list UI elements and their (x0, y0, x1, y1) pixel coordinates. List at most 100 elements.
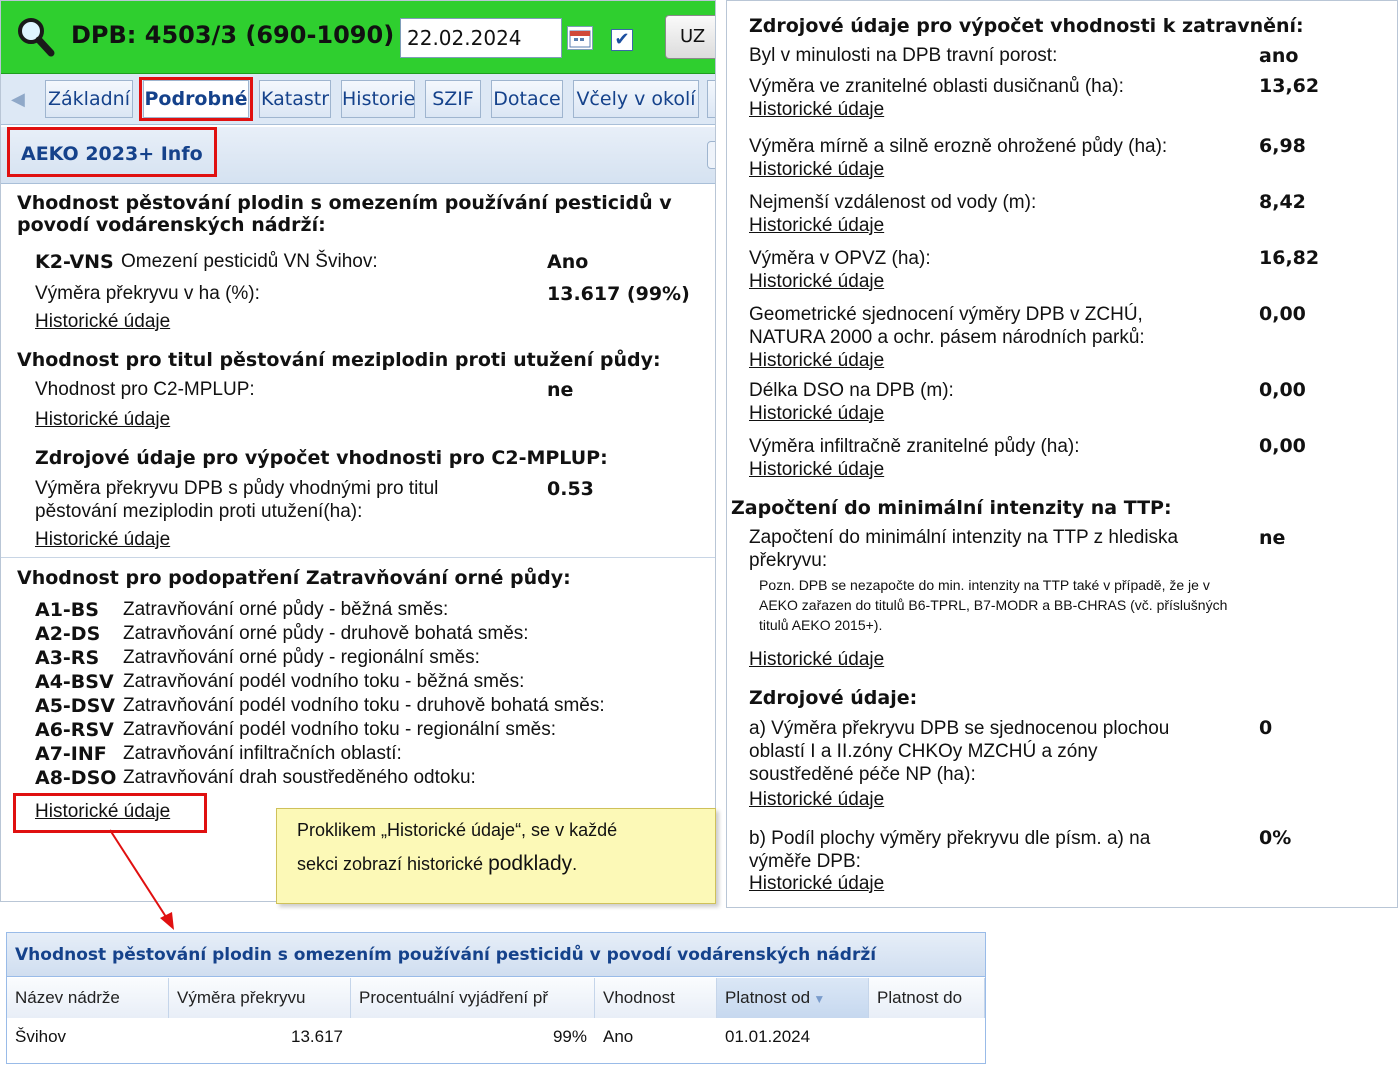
historic-link[interactable]: Historické údaje (749, 98, 1124, 121)
tab-zakladni[interactable]: Základní (45, 80, 133, 118)
grass-item-code: A4-BSV (35, 671, 114, 693)
column-header[interactable]: Vhodnost (595, 978, 717, 1018)
grass-item-text: Zatravňování orné půdy - běžná směs: (123, 599, 449, 620)
pest-heading: Vhodnost pěstování plodin s omezením pou… (17, 192, 672, 236)
grid-title: Vhodnost pěstování plodin s omezením pou… (7, 933, 985, 977)
source-row-label: Délka DSO na DPB (m): Historické údaje (749, 380, 954, 425)
grass-item-code: A3-RS (35, 647, 100, 669)
column-header[interactable]: Název nádrže (7, 978, 169, 1018)
checkbox[interactable]: ✔ (611, 29, 633, 51)
tab-historie[interactable]: Historie (341, 80, 415, 118)
src-b-value: 0% (1259, 827, 1292, 849)
source-row-label: Geometrické sjednocení výměry DPB v ZCHÚ… (749, 304, 1145, 372)
source-row-value: 16,82 (1259, 247, 1320, 269)
grass-item-text: Zatravňování podél vodního toku - druhov… (123, 695, 605, 716)
grass-item-code: A6-RSV (35, 719, 114, 741)
ttp-value: ne (1259, 527, 1286, 549)
pest-overlap-label: Výměra překryvu v ha (%): (35, 283, 260, 304)
pest-code: K2-VNS (35, 251, 114, 273)
source-row-value: 8,42 (1259, 191, 1306, 213)
divider (1, 557, 715, 558)
grass-item-text: Zatravňování infiltračních oblastí: (123, 743, 402, 764)
source-row-value: 13,62 (1259, 75, 1320, 97)
src-a-value: 0 (1259, 717, 1273, 739)
page-title: DPB: 4503/3 (690-1090) (71, 21, 395, 49)
historic-link[interactable]: Historické údaje (749, 458, 1080, 481)
source-row-label: Výměra mírně a silně erozně ohrožené půd… (749, 136, 1168, 181)
column-header[interactable]: Výměra překryvu (169, 978, 351, 1018)
src-a-label: a) Výměra překryvu DPB se sjednocenou pl… (749, 718, 1170, 785)
left-panel: DPB: 4503/3 (690-1090) 22.02.2024 ✔ UZ ◀… (0, 0, 716, 902)
date-value: 22.02.2024 (407, 26, 522, 50)
calendar-icon[interactable] (567, 26, 593, 50)
date-field[interactable]: 22.02.2024 (400, 18, 562, 58)
sort-desc-icon[interactable]: ▼ (810, 992, 825, 1006)
tab-katastr[interactable]: Katastr (259, 80, 331, 118)
collapse-icon[interactable] (707, 141, 715, 169)
src-b-label: b) Podíl plochy výměry překryvu dle písm… (749, 828, 1151, 872)
uz-button[interactable]: UZ (665, 15, 715, 59)
pest-overlap-value: 13.617 (99%) (547, 283, 690, 305)
search-icon[interactable] (15, 15, 55, 59)
right-panel: Zdrojové údaje pro výpočet vhodnosti k z… (726, 0, 1398, 908)
grass-src-heading: Zdrojové údaje pro výpočet vhodnosti k z… (749, 15, 1304, 37)
grass-item-text: Zatravňování podél vodního toku - běžná … (123, 671, 525, 692)
grass-item-code: A7-INF (35, 743, 107, 765)
grass-item-text: Zatravňování orné půdy - druhově bohatá … (123, 623, 529, 644)
historic-link[interactable]: Historické údaje (749, 349, 1145, 372)
meadow-value: ano (1259, 45, 1299, 67)
historic-link[interactable]: Historické údaje (749, 402, 954, 425)
pest-code-value: Ano (547, 251, 589, 273)
ttp-label-2: překryvu: (749, 550, 828, 571)
tab-vcely-v-okoli[interactable]: Včely v okolí (573, 80, 699, 118)
historic-link[interactable]: Historické údaje (749, 270, 931, 293)
mplup-src-label-2: pěstování meziplodin proti utužení(ha): (35, 501, 363, 522)
scroll-left-icon[interactable]: ◀ (11, 89, 25, 110)
grass-item-text: Zatravňování orné půdy - regionální směs… (123, 647, 480, 668)
src-heading: Zdrojové údaje: (749, 687, 918, 709)
historic-link[interactable]: Historické údaje (749, 649, 884, 671)
mplup-src-value: 0.53 (547, 478, 594, 500)
ttp-label: Započtení do minimální intenzity na TTP … (749, 527, 1179, 548)
mplup-label: Vhodnost pro C2-MPLUP: (35, 379, 255, 400)
grass-item-code: A1-BS (35, 599, 99, 621)
pest-code-text: Omezení pesticidů VN Švihov: (121, 251, 378, 272)
source-row-label: Nejmenší vzdálenost od vody (m): Historic… (749, 192, 1037, 237)
callout-note: Proklikem „Historické údaje“, se v každé… (276, 808, 716, 904)
table-cell: 01.01.2024 (725, 1027, 811, 1046)
source-row-value: 0,00 (1259, 379, 1306, 401)
tab-dotace[interactable]: Dotace (491, 80, 563, 118)
historic-link[interactable]: Historické údaje (749, 214, 1036, 237)
tab-szif[interactable]: SZIF (425, 80, 481, 118)
source-row-value: 0,00 (1259, 303, 1306, 325)
table-cell: 99% (552, 1027, 587, 1046)
historic-link[interactable]: Historické údaje (749, 789, 884, 811)
historic-link[interactable]: Historické údaje (749, 873, 884, 895)
grass-item-code: A5-DSV (35, 695, 115, 717)
source-row-label: Výměra infiltračně zranitelné půdy (ha):… (749, 436, 1080, 481)
source-row-value: 0,00 (1259, 435, 1306, 457)
grass-item-text: Zatravňování podél vodního toku - region… (123, 719, 557, 740)
highlight-section-title (7, 127, 217, 177)
highlight-tab-podrobne (139, 77, 253, 121)
grass-item-code: A2-DS (35, 623, 101, 645)
historic-link[interactable]: Historické údaje (35, 529, 170, 551)
historic-link[interactable]: Historické údaje (35, 311, 170, 333)
grass-heading: Vhodnost pro podopatření Zatravňování or… (17, 567, 571, 589)
column-header[interactable]: Procentuální vyjádření př (351, 978, 595, 1018)
source-row-label: Výměra ve zranitelné oblasti dusičnanů (… (749, 76, 1124, 121)
arrow-icon (109, 829, 174, 930)
source-row-label: Výměra v OPVZ (ha): Historické údaje (749, 248, 931, 293)
table-cell: Švihov (15, 1027, 67, 1046)
grass-item-text: Zatravňování drah soustředěného odtoku: (123, 767, 476, 788)
mplup-src-heading: Zdrojové údaje pro výpočet vhodnosti pro… (35, 447, 608, 469)
history-grid: Vhodnost pěstování plodin s omezením pou… (6, 932, 986, 1064)
historic-link[interactable]: Historické údaje (749, 158, 1167, 181)
table-cell: 13.617 (291, 1027, 343, 1046)
column-header[interactable]: Platnost od ▼ (717, 978, 869, 1018)
column-header[interactable]: Platnost do (869, 978, 985, 1018)
table-cell: Ano (603, 1027, 634, 1046)
mplup-src-label-1: Výměra překryvu DPB s půdy vhodnými pro … (35, 478, 439, 499)
tab-more[interactable] (707, 80, 715, 118)
historic-link[interactable]: Historické údaje (35, 409, 170, 431)
